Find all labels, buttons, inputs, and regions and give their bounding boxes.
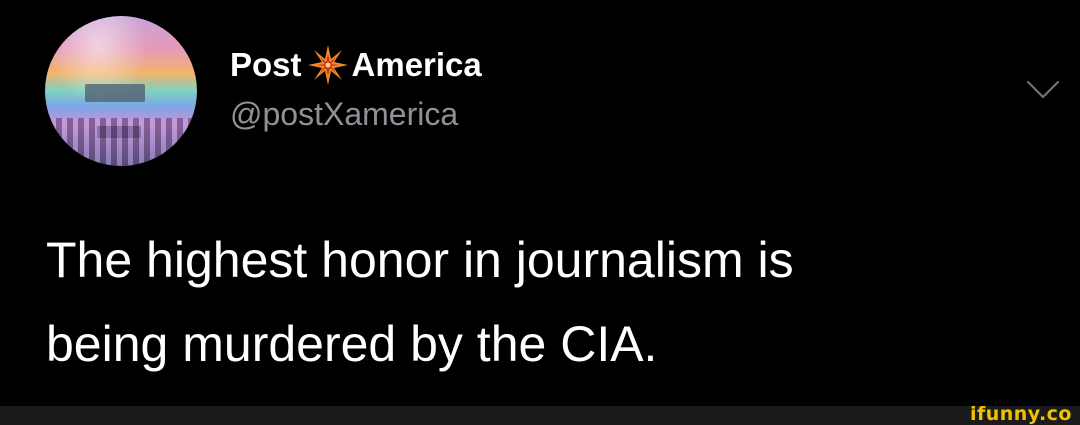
tweet-text-line-1: The highest honor in journalism is [46,232,794,288]
user-handle[interactable]: @postXamerica [230,96,458,133]
display-name-part-1: Post [230,46,302,83]
tweet-card: Post America @postXamerica The highest h… [0,0,1080,406]
avatar-cityscape [45,118,197,166]
avatar[interactable] [45,16,197,166]
display-name-part-2: America [351,46,482,83]
watermark-logo: ifunny.co [969,403,1072,425]
display-name[interactable]: Post America [230,42,482,88]
spark-star-icon [307,45,348,85]
tweet-text: The highest honor in journalism is being… [46,218,1046,386]
avatar-sign [85,84,145,102]
tweet-text-line-2: being murdered by the CIA. [46,316,658,372]
chevron-down-icon[interactable] [1026,80,1060,100]
watermark-bar: ifunny.co [0,403,1080,425]
